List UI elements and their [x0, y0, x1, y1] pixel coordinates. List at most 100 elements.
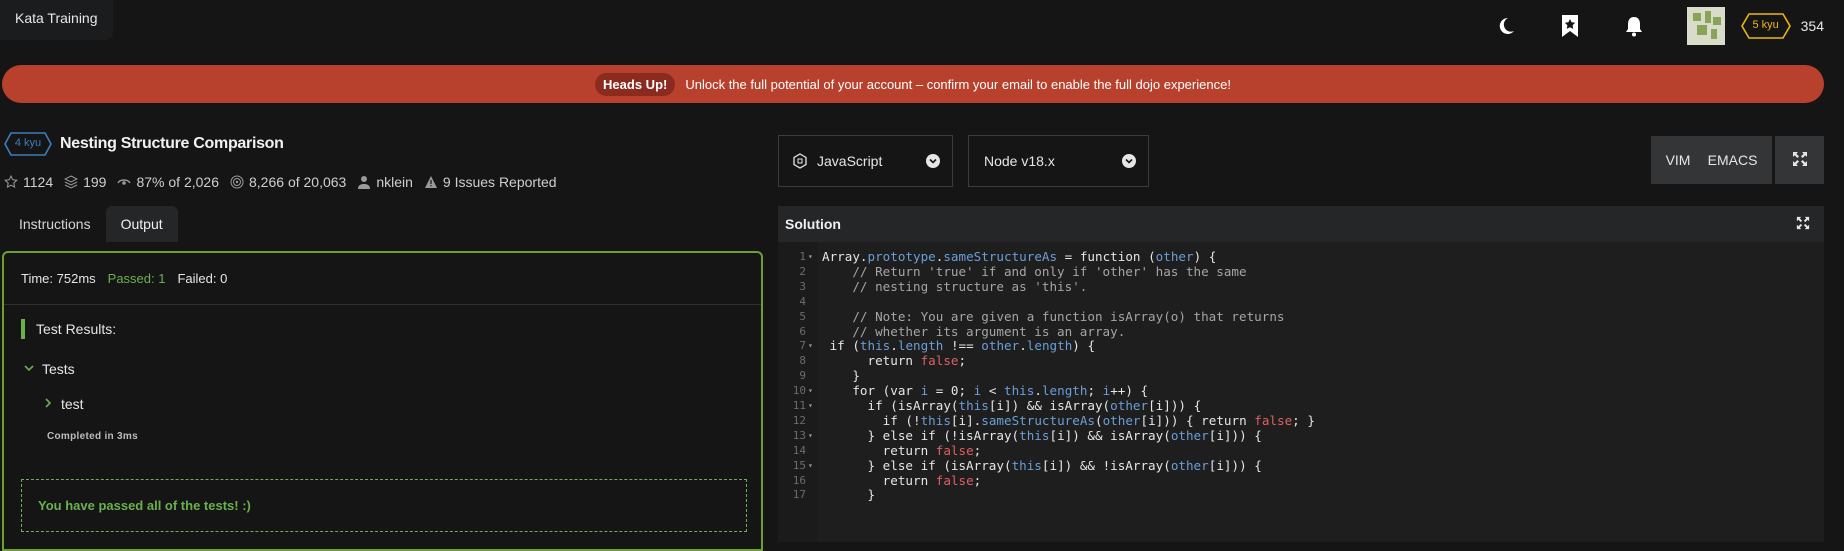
- code-token: if (!: [822, 412, 921, 428]
- code-token: .: [890, 338, 898, 354]
- code-token: sameStructureAs: [943, 249, 1058, 264]
- bookmark-icon[interactable]: [1559, 15, 1581, 37]
- code-token: <: [981, 383, 1005, 399]
- code-token: this: [859, 338, 891, 354]
- language-value: JavaScript: [817, 153, 883, 169]
- solution-title: Solution: [785, 216, 841, 232]
- code-token: if (: [822, 338, 860, 354]
- eye-icon: [117, 175, 132, 189]
- fullscreen-button[interactable]: [1775, 136, 1824, 184]
- layers-icon: [64, 175, 79, 189]
- rank-badge[interactable]: 5 kyu: [1740, 13, 1791, 39]
- expand-icon: [1792, 151, 1808, 170]
- completed-attempts: of 20,063: [287, 174, 347, 190]
- banner-message[interactable]: Unlock the full potential of your accoun…: [685, 77, 1231, 92]
- code-token: false: [920, 353, 959, 369]
- collections-stat[interactable]: 199: [64, 174, 106, 190]
- code-token: other: [981, 338, 1020, 354]
- author-name: nklein: [376, 174, 413, 190]
- code-token: if (isArray(: [822, 398, 959, 413]
- run-time: Time: 752ms: [21, 271, 96, 286]
- code-token: ) {: [1193, 249, 1217, 264]
- line-number: 17: [792, 488, 806, 502]
- emacs-mode-button[interactable]: EMACS: [1708, 152, 1758, 168]
- expand-icon[interactable]: [1796, 216, 1810, 233]
- code-token: this: [1011, 457, 1042, 473]
- code-token: other: [1170, 427, 1209, 443]
- kata-header: 4 kyu Nesting Structure Comparison: [4, 132, 284, 156]
- completed-stat[interactable]: 8,266 of 20,063: [230, 174, 346, 190]
- code-token: length: [1026, 338, 1073, 354]
- chevron-right-icon: [43, 397, 53, 411]
- code-token: this: [1004, 383, 1035, 399]
- kata-title[interactable]: Nesting Structure Comparison: [60, 135, 284, 153]
- code-token: ;: [958, 353, 967, 369]
- code-token: ;: [973, 472, 982, 488]
- code-token: // nesting structure as 'this'.: [822, 278, 1088, 294]
- code-token: [i].: [950, 412, 982, 428]
- code-token: other: [1155, 249, 1194, 264]
- bell-icon[interactable]: [1623, 15, 1645, 37]
- user-icon: [357, 175, 371, 189]
- code-token: ;: [973, 442, 982, 458]
- chevron-down-icon: [926, 154, 940, 168]
- vim-mode-button[interactable]: VIM: [1666, 152, 1691, 168]
- tab-instructions[interactable]: Instructions: [4, 206, 106, 242]
- runtime-select[interactable]: Node v18.x: [968, 135, 1149, 187]
- banner-label: Heads Up!: [595, 72, 676, 96]
- chevron-down-icon: [1122, 154, 1136, 168]
- code-token: return: [822, 353, 921, 369]
- avatar[interactable]: [1686, 7, 1725, 45]
- code-token: ;: [1087, 383, 1103, 399]
- code-token: return: [822, 442, 936, 458]
- tab-output[interactable]: Output: [105, 206, 178, 242]
- top-bar-actions: 5 kyu 354: [1495, 0, 1844, 52]
- code-token: this: [958, 398, 989, 413]
- kata-rank-label: 4 kyu: [14, 137, 42, 149]
- test-item[interactable]: test: [43, 396, 84, 412]
- language-select[interactable]: JavaScript: [778, 135, 953, 187]
- satisfaction-votes: of 2,026: [168, 174, 219, 190]
- output-panel: Time: 752ms Passed: 1 Failed: 0 Test Res…: [2, 251, 763, 551]
- code-line[interactable]: 17 }: [778, 486, 1824, 504]
- test-results-title: Test Results:: [36, 321, 117, 337]
- code-text: }: [822, 486, 875, 504]
- code-token: for (var: [822, 383, 921, 399]
- test-group-label: Tests: [42, 361, 75, 377]
- code-token: (: [1095, 412, 1103, 428]
- code-token: .: [1019, 338, 1027, 354]
- satisfaction-stat[interactable]: 87% of 2,026: [117, 174, 219, 190]
- top-bar: Kata Training 5 kyu 354: [0, 0, 1844, 56]
- completed-count: 8,266: [249, 174, 285, 190]
- warning-icon: [424, 175, 438, 189]
- runtime-value: Node v18.x: [984, 153, 1055, 169]
- code-token: = 0;: [928, 383, 974, 399]
- left-tabs: Instructions Output: [4, 206, 178, 242]
- kata-stats: 1124 199 87% of 2,026 8,266 of 20,063 nk…: [4, 174, 568, 190]
- code-token: false: [1254, 412, 1293, 428]
- code-token: .: [1034, 383, 1042, 399]
- code-token: !==: [943, 338, 982, 354]
- test-summary: Time: 752ms Passed: 1 Failed: 0: [4, 253, 761, 305]
- code-editor[interactable]: 1 ▾ Array.prototype.sameStructureAs = func…: [778, 242, 1824, 542]
- code-token: }: [822, 487, 876, 503]
- keybinding-modes: VIM EMACS: [1651, 136, 1772, 184]
- code-token: other: [1102, 412, 1141, 428]
- moon-icon[interactable]: [1495, 15, 1517, 37]
- test-item-label: test: [61, 396, 84, 412]
- stars-stat[interactable]: 1124: [4, 174, 53, 190]
- code-token: false: [935, 442, 974, 458]
- code-token: [i])) { return: [1140, 412, 1255, 428]
- results-accent-bar: [21, 319, 25, 339]
- issues-stat[interactable]: 9 Issues Reported: [424, 174, 557, 190]
- completed-time: Completed in 3ms: [47, 431, 138, 442]
- code-token: this: [1019, 427, 1050, 443]
- code-token: return: [822, 472, 936, 488]
- code-token: Array.: [822, 249, 868, 264]
- code-token: false: [935, 472, 974, 488]
- test-group[interactable]: Tests: [24, 361, 75, 377]
- solution-header: Solution: [778, 206, 1824, 242]
- failed-count: Failed: 0: [177, 271, 228, 286]
- author-stat[interactable]: nklein: [357, 174, 413, 190]
- target-icon: [230, 175, 244, 189]
